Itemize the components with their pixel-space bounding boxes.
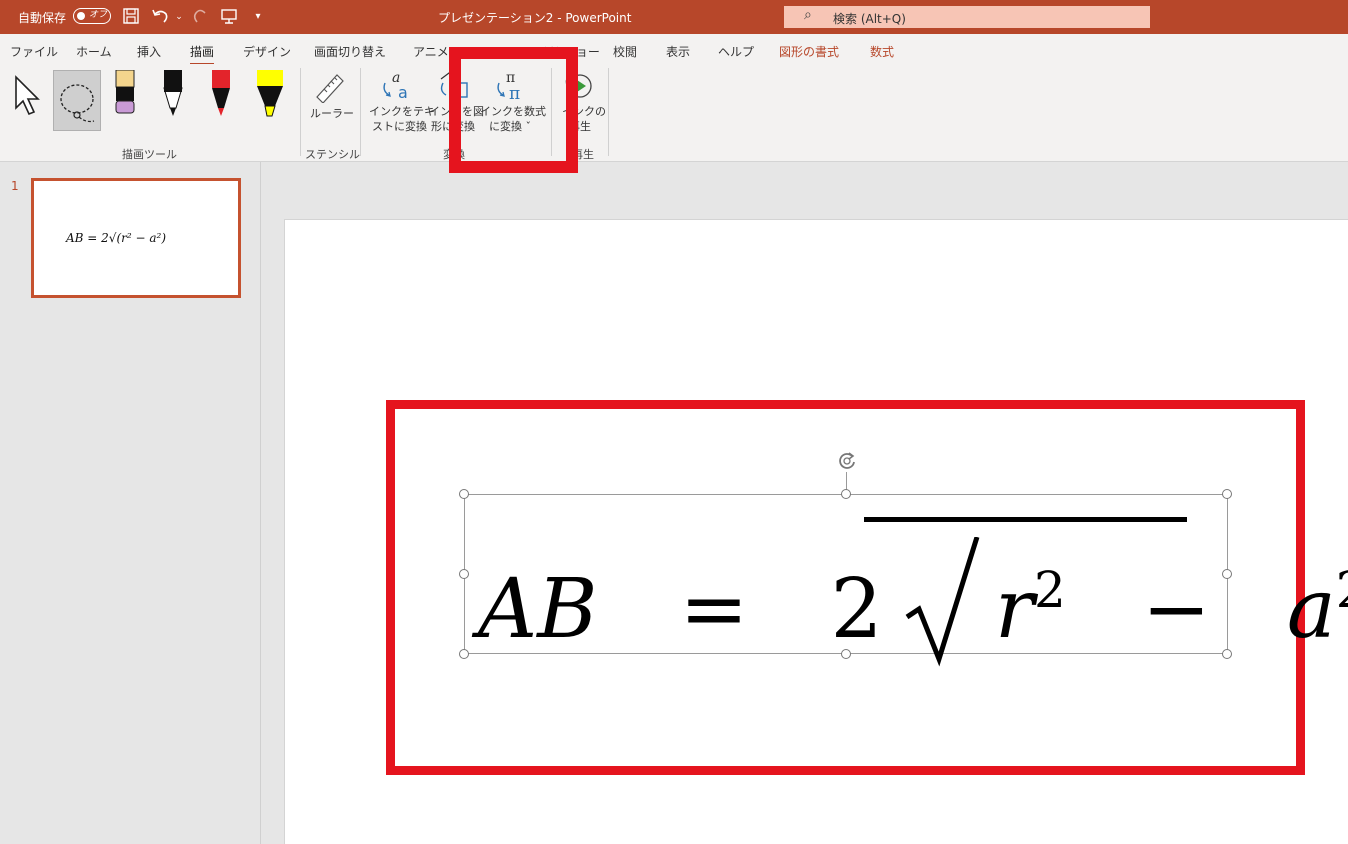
equation-minus: − [1142, 562, 1211, 657]
select-tool[interactable] [12, 74, 44, 120]
autosave-toggle[interactable]: オフ [73, 8, 111, 24]
eraser-tool[interactable] [113, 69, 137, 120]
resize-handle-sw[interactable] [459, 649, 469, 659]
tab-file[interactable]: ファイル [10, 43, 58, 60]
ink-to-text-icon: aa [383, 70, 408, 102]
ink-to-text-label-2: ストに変換 [372, 120, 427, 133]
start-from-beginning-icon[interactable] [219, 7, 239, 27]
equation-a: a [1286, 562, 1336, 657]
document-title: プレゼンテーション2 - PowerPoint [438, 11, 632, 25]
tab-transitions[interactable]: 画面切り替え [314, 43, 386, 60]
equation-lhs: AB [478, 562, 598, 657]
tab-insert[interactable]: 挿入 [137, 43, 161, 60]
black-pen-icon [163, 70, 183, 116]
tab-help[interactable]: ヘルプ [718, 43, 754, 60]
red-pen-icon [212, 70, 230, 116]
slide-thumbnail[interactable]: AB = 2√(r² − a²) [31, 178, 241, 298]
tab-draw[interactable]: 描画 [190, 43, 215, 66]
resize-handle-n[interactable] [841, 489, 851, 499]
ruler-label: ルーラー [310, 107, 354, 120]
equation-equals: = [679, 562, 749, 657]
tab-home[interactable]: ホーム [76, 43, 112, 60]
autosave-state: オフ [89, 10, 108, 20]
highlighter-tool[interactable] [255, 70, 285, 122]
ink-to-text-button[interactable]: aa [381, 69, 415, 107]
sqrt-radical [905, 537, 980, 667]
thumbnail-equation: AB = 2√(r² − a²) [66, 231, 167, 245]
save-icon[interactable] [121, 7, 141, 27]
group-label-draw-tools: 描画ツール [122, 148, 177, 161]
ribbon: 描画ツール ルーラー ステンシル aa インクをテキ ストに変換 インクを図 形… [0, 64, 1348, 162]
resize-handle-ne[interactable] [1222, 489, 1232, 499]
autosave-label: 自動保存 [18, 11, 67, 25]
ruler-button[interactable] [311, 71, 347, 107]
highlighter-icon [257, 70, 283, 117]
ink-to-text-label-1: インクをテキ [369, 105, 435, 118]
toggle-knob [77, 11, 85, 20]
highlight-box-ink-to-math [449, 47, 578, 173]
tab-design[interactable]: デザイン [243, 43, 291, 60]
red-pen-tool[interactable] [209, 70, 233, 122]
lasso-icon [60, 84, 95, 123]
search-icon: ⌕ [804, 7, 812, 23]
equation-exp-a: 2 [1336, 561, 1348, 619]
equation-r: r [994, 562, 1035, 657]
black-pen-tool[interactable] [161, 70, 185, 122]
tab-view[interactable]: 表示 [666, 43, 690, 60]
rotate-handle[interactable] [836, 450, 858, 476]
lasso-select-tool[interactable] [53, 70, 101, 131]
tab-review[interactable]: 校閲 [613, 43, 637, 60]
sqrt-symbol-icon [905, 537, 980, 667]
cursor-arrow-icon [15, 75, 40, 116]
group-label-stencil: ステンシル [305, 148, 360, 161]
slide-thumbnail-pane: 1 AB = 2√(r² − a²) [0, 162, 261, 844]
tab-equation[interactable]: 数式 [870, 43, 894, 60]
group-separator [360, 68, 361, 156]
title-bar: 自動保存 オフ ⌄ ▾ プレゼンテーション2 - PowerPoint ⌕ 検索… [0, 0, 1348, 34]
resize-handle-nw[interactable] [459, 489, 469, 499]
ruler-icon [316, 74, 344, 104]
group-separator [300, 68, 301, 156]
resize-handle-w[interactable] [459, 569, 469, 579]
equation-exp-r: 2 [1034, 561, 1066, 619]
eraser-icon [115, 69, 135, 114]
equation[interactable]: AB = 2 r2 − a2 [478, 517, 1348, 667]
search-box[interactable]: ⌕ 検索 (Alt+Q) [784, 6, 1150, 28]
customize-qat-icon[interactable]: ▾ [248, 7, 268, 27]
group-separator [608, 68, 609, 156]
svg-text:a: a [398, 83, 408, 102]
equation-coef: 2 [830, 562, 883, 657]
redo-icon[interactable] [190, 7, 210, 27]
search-placeholder: 検索 (Alt+Q) [833, 12, 906, 26]
undo-dropdown-icon[interactable]: ⌄ [169, 7, 189, 27]
slide-number: 1 [11, 179, 19, 193]
tab-shape-format[interactable]: 図形の書式 [779, 43, 839, 60]
rotate-icon [839, 452, 855, 469]
undo-icon[interactable] [151, 7, 171, 27]
ribbon-tabs: ファイル ホーム 挿入 描画 デザイン 画面切り替え アニメーション スライド … [0, 34, 1348, 66]
sqrt-vinculum [864, 517, 1187, 522]
